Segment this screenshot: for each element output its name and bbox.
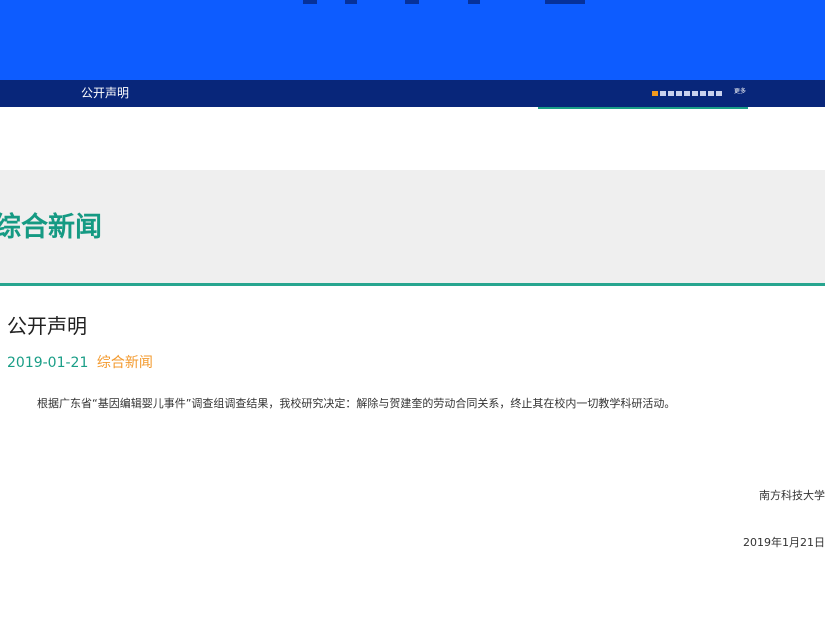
article-title: 公开声明 <box>7 314 87 338</box>
top-banner <box>0 0 825 80</box>
breadcrumb[interactable]: 公开声明 <box>81 86 129 101</box>
pager-dots <box>652 91 722 96</box>
pager-dot[interactable] <box>716 91 722 96</box>
section-title: 综合新闻 <box>0 212 102 243</box>
banner-graphic-fragment <box>545 0 585 4</box>
section-divider <box>0 283 825 286</box>
pager-dot[interactable] <box>652 91 658 96</box>
pager-dot[interactable] <box>676 91 682 96</box>
banner-graphic-fragment <box>468 0 480 4</box>
nav-underline <box>538 107 748 109</box>
pager-dot[interactable] <box>684 91 690 96</box>
article-date: 2019-01-21 <box>7 355 89 371</box>
banner-graphic-fragment <box>303 0 317 4</box>
more-link[interactable]: 更多 <box>734 87 746 97</box>
article-category-link[interactable]: 综合新闻 <box>97 355 153 371</box>
article-body: 根据广东省“基因编辑婴儿事件”调查组调查结果，我校研究决定：解除与贺建奎的劳动合… <box>37 397 676 410</box>
pager-dot[interactable] <box>700 91 706 96</box>
signature-organization: 南方科技大学 <box>759 489 825 502</box>
pager-dot[interactable] <box>708 91 714 96</box>
pager-dot[interactable] <box>692 91 698 96</box>
banner-graphic-fragment <box>405 0 419 4</box>
section-header-band <box>0 170 825 283</box>
banner-graphic-fragment <box>345 0 357 4</box>
page: 公开声明 更多 综合新闻 公开声明 2019-01-21 综合新闻 根据广东省“… <box>0 0 825 619</box>
pager-dot[interactable] <box>660 91 666 96</box>
pager-dot[interactable] <box>668 91 674 96</box>
article-meta: 2019-01-21 综合新闻 <box>7 354 153 372</box>
signature-date: 2019年1月21日 <box>743 536 825 549</box>
